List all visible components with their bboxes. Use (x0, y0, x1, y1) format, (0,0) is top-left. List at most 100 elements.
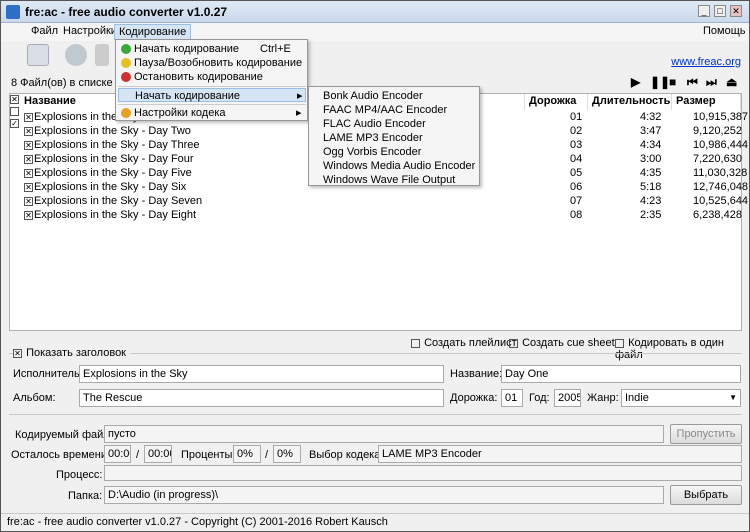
maximize-button[interactable]: □ (714, 5, 726, 17)
column-duration[interactable]: Длительность (588, 94, 672, 110)
title-field[interactable]: Day One (501, 365, 741, 383)
track-field[interactable]: 01 (501, 389, 523, 407)
website-link[interactable]: www.freac.org (671, 56, 741, 68)
row-checkbox[interactable]: ✕ (24, 138, 34, 152)
album-label: Альбом: (13, 392, 56, 404)
encoder-item[interactable]: Windows Media Audio Encoder (309, 159, 477, 173)
year-field[interactable]: 2005 (554, 389, 581, 407)
app-icon (6, 5, 20, 19)
row-checkbox[interactable]: ✕ (24, 194, 34, 208)
row-checkbox[interactable]: ✕ (24, 180, 34, 194)
row-size: 6,238,428 (693, 209, 742, 221)
add-files-icon[interactable] (27, 44, 49, 66)
encoder-item[interactable]: FAAC MP4/AAC Encoder (309, 103, 477, 117)
encoder-submenu: Bonk Audio Encoder FAAC MP4/AAC Encoder FL… (308, 86, 480, 186)
select-none-checkbox[interactable] (10, 107, 19, 116)
menu-help[interactable]: Помощь (699, 25, 750, 37)
start-encoding-item[interactable]: Начать кодирование Ctrl+E (118, 42, 306, 56)
encoder-item[interactable]: LAME MP3 Encoder (309, 131, 477, 145)
row-title: Explosions in the Sky - Day Three (34, 139, 200, 151)
show-tags-checkbox[interactable]: ✕ (13, 348, 22, 358)
menu-bar: Файл Настройки Кодирование Помощь (1, 23, 749, 41)
pause-encoding-item[interactable]: Пауза/Возобновить кодирование (118, 56, 306, 70)
encoder-item[interactable]: FLAC Audio Encoder (309, 117, 477, 131)
row-size: 9,120,252 (693, 125, 742, 137)
single-file-option[interactable]: Кодировать в один файл (615, 337, 749, 361)
folder-field[interactable]: D:\Audio (in progress)\ (104, 486, 664, 504)
play-icon[interactable]: ▶ (631, 75, 640, 89)
artist-field[interactable]: Explosions in the Sky (79, 365, 444, 383)
genre-value: Indie (625, 392, 649, 404)
show-tags-toggle[interactable]: ✕ Показать заголовок (13, 347, 130, 359)
row-checkbox[interactable]: ✕ (24, 208, 34, 222)
row-track: 05 (570, 167, 583, 179)
row-title: Explosions in the Sky - Day Eight (34, 209, 197, 221)
start-encoding-with-item[interactable]: Начать кодирование ▸ (118, 88, 306, 102)
submenu-arrow-icon: ▸ (296, 107, 302, 119)
row-duration: 4:34 (640, 139, 662, 151)
select-all-checkbox[interactable]: ✕ (10, 95, 19, 104)
row-checkbox[interactable]: ✕ (24, 152, 34, 166)
encoder-item[interactable]: Windows Wave File Output (309, 173, 477, 187)
pause-icon[interactable]: ❚❚ (650, 75, 670, 89)
window-title: fre:ac - free audio converter v1.0.27 (25, 5, 228, 19)
skip-button[interactable]: Пропустить (670, 424, 742, 444)
cd-icon[interactable] (65, 44, 87, 66)
menu-encode[interactable]: Кодирование (114, 24, 192, 40)
browse-button[interactable]: Выбрать (670, 485, 742, 505)
column-size[interactable]: Размер (672, 94, 741, 110)
title-label: Название: (450, 368, 503, 380)
percent-label: Проценты: (181, 449, 236, 461)
row-size: 12,746,048 (693, 181, 749, 193)
toggle-selection-checkbox[interactable]: ✓ (10, 119, 19, 128)
row-title: Explosions in the Sky - Day Four (34, 153, 194, 165)
eject-icon[interactable]: ⏏ (726, 75, 737, 89)
row-duration: 4:23 (640, 195, 662, 207)
row-track: 04 (570, 153, 583, 165)
encode-menu: Начать кодирование Ctrl+E Пауза/Возобнов… (115, 39, 308, 121)
row-checkbox[interactable]: ✕ (24, 166, 34, 180)
time-total-field: 00:00 (144, 445, 172, 463)
time-left-field: 00:00 (104, 445, 131, 463)
encoder-item[interactable]: Ogg Vorbis Encoder (309, 145, 477, 159)
menu-separator (118, 86, 306, 87)
file-icon[interactable] (95, 44, 109, 66)
create-playlist-option[interactable]: Создать плейлист (411, 337, 517, 349)
row-checkbox[interactable]: ✕ (24, 124, 34, 138)
row-size: 7,220,630 (693, 153, 742, 165)
column-track[interactable]: Дорожка (525, 94, 588, 110)
row-duration: 5:18 (640, 181, 662, 193)
close-button[interactable]: ✕ (730, 5, 742, 17)
genre-label: Жанр: (587, 392, 619, 404)
stop-icon (121, 72, 131, 82)
menu-file[interactable]: Файл (27, 25, 62, 37)
pause-icon (121, 58, 131, 68)
row-duration: 2:35 (640, 209, 662, 221)
percent-total-field: 0% (273, 445, 301, 463)
row-checkbox[interactable]: ✕ (24, 110, 34, 124)
encoder-item[interactable]: Bonk Audio Encoder (309, 89, 477, 103)
row-duration: 3:00 (640, 153, 662, 165)
codec-settings-item[interactable]: Настройки кодека ▸ (118, 106, 306, 120)
table-row[interactable]: ✕ Explosions in the Sky - Day Seven 07 4:23… (10, 194, 748, 208)
row-size: 10,525,644 (693, 195, 749, 207)
playlist-checkbox[interactable] (411, 338, 420, 348)
row-track: 08 (570, 209, 583, 221)
cuesheet-checkbox[interactable] (509, 338, 518, 348)
album-field[interactable]: The Rescue (79, 389, 444, 407)
time-separator: / (136, 449, 140, 461)
genre-select[interactable]: Indie ▼ (621, 389, 741, 407)
row-size: 10,915,387 (693, 111, 749, 123)
menu-settings[interactable]: Настройки (59, 25, 121, 37)
title-bar: fre:ac - free audio converter v1.0.27 _ … (1, 1, 749, 23)
previous-icon[interactable]: ⏮ (687, 75, 698, 90)
stop-encoding-item[interactable]: Остановить кодирование (118, 70, 306, 84)
single-file-checkbox[interactable] (615, 338, 624, 348)
next-icon[interactable]: ⏭ (706, 75, 717, 90)
create-cuesheet-option[interactable]: Создать cue sheet (509, 337, 615, 349)
row-track: 06 (570, 181, 583, 193)
stop-icon[interactable]: ■ (669, 75, 676, 89)
table-row[interactable]: ✕ Explosions in the Sky - Day Eight 08 2:35… (10, 208, 742, 222)
minimize-button[interactable]: _ (698, 5, 710, 17)
row-size: 10,986,444 (693, 139, 749, 151)
